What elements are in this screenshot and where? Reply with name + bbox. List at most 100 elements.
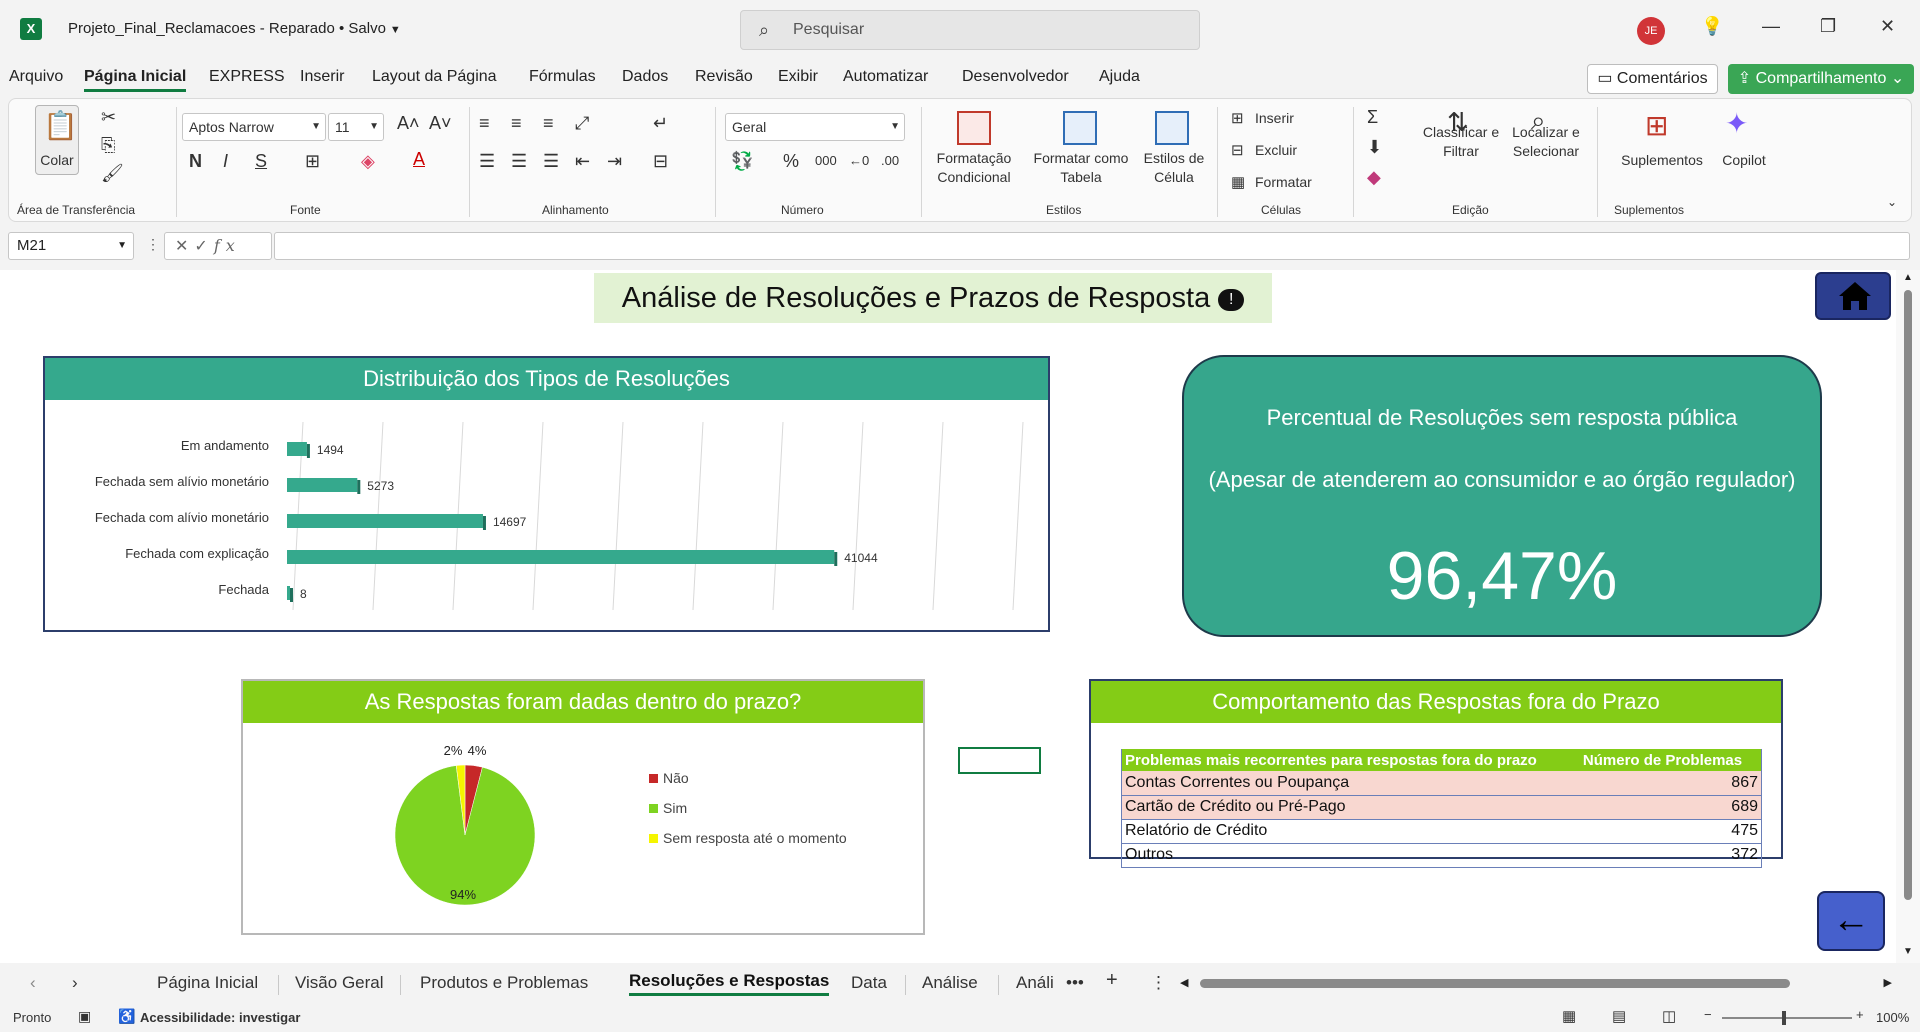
lightbulb-icon[interactable]: 💡 <box>1701 16 1723 37</box>
grow-font-icon[interactable]: A˄ <box>397 113 420 134</box>
menu-automatizar[interactable]: Automatizar <box>843 68 928 86</box>
avatar[interactable]: JE <box>1637 17 1665 45</box>
menu-express[interactable]: EXPRESS <box>209 68 285 86</box>
increase-decimal-icon[interactable]: ←0 <box>849 153 869 168</box>
menu-pagina-inicial[interactable]: Página Inicial <box>84 68 187 92</box>
decrease-decimal-icon[interactable]: .00 <box>881 153 899 168</box>
table-row[interactable]: Contas Correntes ou Poupança 867 <box>1121 771 1762 796</box>
name-box[interactable]: M21 ▼ <box>8 232 134 260</box>
more-options-icon[interactable]: ⋮ <box>1150 973 1167 993</box>
align-top-icon[interactable]: ≡ <box>479 113 490 134</box>
worksheet[interactable]: Análise de Resoluções e Prazos de Respos… <box>0 270 1896 963</box>
function-icon[interactable]: fx <box>214 236 241 255</box>
more-options-icon[interactable]: ⋮ <box>146 236 160 253</box>
table-cell[interactable]: 867 <box>1579 771 1762 796</box>
zoom-slider-thumb[interactable] <box>1782 1011 1786 1025</box>
align-right-icon[interactable]: ☰ <box>543 151 559 172</box>
tab-analise-2[interactable]: Análi <box>1016 973 1054 993</box>
scroll-down-icon[interactable]: ▼ <box>1903 946 1913 957</box>
addins-button[interactable]: Suplementos <box>1607 151 1717 170</box>
table-cell[interactable]: Cartão de Crédito ou Pré-Pago <box>1121 795 1580 820</box>
add-sheet-icon[interactable]: + <box>1106 969 1118 992</box>
home-button[interactable] <box>1815 272 1891 320</box>
comments-button[interactable]: ▭ Comentários <box>1587 64 1718 94</box>
zoom-in-icon[interactable]: + <box>1856 1007 1864 1022</box>
table-row[interactable]: Outros 372 <box>1121 843 1762 868</box>
table-cell[interactable]: Outros <box>1121 843 1580 868</box>
table-cell[interactable]: 689 <box>1579 795 1762 820</box>
merge-center-icon[interactable]: ⊟ <box>653 151 668 172</box>
next-sheet-icon[interactable]: › <box>72 973 78 993</box>
bold-button[interactable]: N <box>189 151 202 172</box>
fill-icon[interactable]: ⬇ <box>1367 137 1382 158</box>
scroll-left-icon[interactable]: ◀ <box>1180 976 1188 989</box>
scroll-right-icon[interactable]: ▶ <box>1884 976 1892 989</box>
accounting-format-icon[interactable]: 💱 <box>731 151 753 172</box>
font-name-select[interactable]: Aptos Narrow ▼ <box>182 113 326 141</box>
share-button[interactable]: ⇪ Compartilhamento ⌄ <box>1728 64 1914 94</box>
vertical-scrollbar[interactable]: ▲ ▼ <box>1896 270 1920 963</box>
selected-cell[interactable] <box>958 747 1041 774</box>
formula-controls[interactable]: ✕✓fx <box>164 232 272 260</box>
borders-icon[interactable]: ⊞ <box>305 151 320 172</box>
close-icon[interactable]: ✕ <box>1880 16 1895 37</box>
table-cell[interactable]: 372 <box>1579 843 1762 868</box>
page-layout-icon[interactable]: ▤ <box>1612 1007 1626 1025</box>
format-cells-button[interactable]: Formatar <box>1255 173 1312 192</box>
conditional-format-button[interactable]: Formatação Condicional <box>929 149 1019 187</box>
menu-ajuda[interactable]: Ajuda <box>1099 68 1140 86</box>
delete-cells-button[interactable]: Excluir <box>1255 141 1297 160</box>
comma-style-icon[interactable]: 000 <box>815 153 837 168</box>
cell-styles-button[interactable]: Estilos de Célula <box>1139 149 1209 187</box>
zoom-level[interactable]: 100% <box>1876 1010 1909 1025</box>
increase-indent-icon[interactable]: ⇥ <box>607 151 622 172</box>
percent-icon[interactable]: % <box>783 151 799 172</box>
find-select-button[interactable]: Localizar e Selecionar <box>1503 123 1589 161</box>
align-bottom-icon[interactable]: ≡ <box>543 113 554 134</box>
menu-inserir[interactable]: Inserir <box>300 68 344 86</box>
accessibility-status[interactable]: Acessibilidade: investigar <box>140 1010 300 1025</box>
shrink-font-icon[interactable]: A˅ <box>429 113 452 134</box>
table-cell[interactable]: Contas Correntes ou Poupança <box>1121 771 1580 796</box>
decrease-indent-icon[interactable]: ⇤ <box>575 151 590 172</box>
format-table-button[interactable]: Formatar como Tabela <box>1029 149 1133 187</box>
horizontal-scrollbar[interactable]: ◀ ▶ <box>1180 975 1892 991</box>
more-tabs-icon[interactable]: ••• <box>1066 973 1084 993</box>
menu-layout[interactable]: Layout da Página <box>372 68 497 86</box>
scrollbar-thumb[interactable] <box>1904 290 1912 900</box>
macro-record-icon[interactable]: ▣ <box>78 1008 91 1025</box>
orientation-icon[interactable]: ⤢ <box>575 113 589 134</box>
tab-analise[interactable]: Análise <box>922 973 978 993</box>
format-painter-icon[interactable]: 🖌 <box>101 163 124 184</box>
restore-icon[interactable]: ❐ <box>1820 16 1836 37</box>
zoom-slider[interactable] <box>1722 1017 1852 1019</box>
search-box[interactable]: ⌕ Pesquisar <box>740 10 1200 50</box>
insert-cells-button[interactable]: Inserir <box>1255 109 1294 128</box>
menu-desenvolvedor[interactable]: Desenvolvedor <box>962 68 1069 86</box>
formula-input[interactable] <box>274 232 1910 260</box>
table-cell[interactable]: Relatório de Crédito <box>1121 819 1580 844</box>
zoom-out-icon[interactable]: − <box>1704 1007 1712 1022</box>
menu-formulas[interactable]: Fórmulas <box>529 68 596 86</box>
autosum-icon[interactable]: Σ <box>1367 107 1378 128</box>
menu-arquivo[interactable]: Arquivo <box>9 68 63 86</box>
tab-visao-geral[interactable]: Visão Geral <box>295 973 384 993</box>
minimize-icon[interactable]: — <box>1762 16 1780 37</box>
document-title[interactable]: Projeto_Final_Reclamacoes - Reparado • S… <box>68 20 401 37</box>
page-break-icon[interactable]: ◫ <box>1662 1007 1676 1025</box>
copy-icon[interactable]: ⎘ <box>101 135 115 156</box>
font-color-icon[interactable]: A <box>413 149 425 170</box>
menu-dados[interactable]: Dados <box>622 68 668 86</box>
scroll-up-icon[interactable]: ▲ <box>1903 272 1913 283</box>
collapse-ribbon-icon[interactable]: ⌄ <box>1887 195 1897 209</box>
wrap-text-icon[interactable]: ↵ <box>653 113 668 134</box>
copilot-button[interactable]: Copilot <box>1711 151 1777 170</box>
table-row[interactable]: Relatório de Crédito 475 <box>1121 819 1762 844</box>
tab-data[interactable]: Data <box>851 973 887 993</box>
align-left-icon[interactable]: ☰ <box>479 151 495 172</box>
align-middle-icon[interactable]: ≡ <box>511 113 522 134</box>
cancel-icon[interactable]: ✕ <box>175 238 194 255</box>
table-row[interactable]: Cartão de Crédito ou Pré-Pago 689 <box>1121 795 1762 820</box>
font-size-select[interactable]: 11 ▼ <box>328 113 384 141</box>
underline-button[interactable]: S <box>255 151 267 172</box>
